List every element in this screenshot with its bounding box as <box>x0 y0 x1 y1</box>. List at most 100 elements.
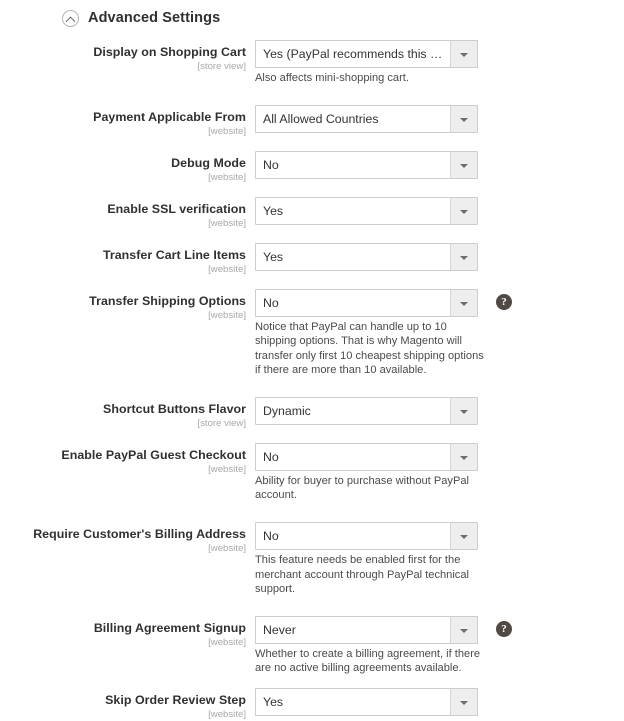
select-value: Dynamic <box>263 404 311 419</box>
select-wrapper: No <box>255 522 478 551</box>
field-note: Notice that PayPal can handle up to 10 s… <box>255 321 484 376</box>
select-8[interactable]: No <box>255 522 478 551</box>
row-spacer <box>0 276 624 289</box>
field-control-group: Yes (PayPal recommends this option) Also … <box>246 40 624 85</box>
field-scope: [website] <box>208 218 246 230</box>
field-label: Enable SSL verification <box>107 202 246 217</box>
select-value: No <box>263 158 279 173</box>
form-row: Transfer Cart Line Items [website] Yes <box>0 243 624 276</box>
select-2[interactable]: No <box>255 151 478 180</box>
field-label: Skip Order Review Step <box>105 693 246 708</box>
select-wrapper: Yes <box>255 243 478 272</box>
chevron-down-icon[interactable] <box>450 617 477 644</box>
chevron-down-icon[interactable] <box>450 290 477 317</box>
field-label: Display on Shopping Cart <box>93 45 246 59</box>
chevron-down-icon[interactable] <box>450 523 477 550</box>
field-label-group: Display on Shopping Cart [store view] <box>0 40 246 73</box>
select-wrapper: No <box>255 151 478 180</box>
row-spacer <box>0 502 624 522</box>
select-value: No <box>263 296 279 311</box>
select-value: Never <box>263 623 296 638</box>
chevron-down-icon[interactable] <box>450 106 477 133</box>
select-1[interactable]: All Allowed Countries <box>255 105 478 134</box>
select-value: Yes <box>263 204 284 219</box>
select-3[interactable]: Yes <box>255 197 478 226</box>
field-scope: [store view] <box>197 61 246 72</box>
field-scope: [website] <box>208 709 246 721</box>
select-5[interactable]: No <box>255 289 478 318</box>
form-row: Require Customer's Billing Address [websi… <box>0 522 624 596</box>
select-4[interactable]: Yes <box>255 243 478 272</box>
advanced-settings-form: Display on Shopping Cart [store view] Yes … <box>0 28 624 721</box>
row-spacer <box>0 377 624 397</box>
select-wrapper: Never? <box>255 616 512 645</box>
field-control-group: Never? Whether to create a billing agreem… <box>246 616 624 675</box>
select-value: Yes (PayPal recommends this option) <box>263 47 450 61</box>
field-label: Transfer Cart Line Items <box>102 248 246 263</box>
page-title: Advanced Settings <box>88 10 221 26</box>
row-spacer <box>0 138 624 151</box>
field-note: This feature needs be enabled first for … <box>255 554 469 595</box>
chevron-down-icon[interactable] <box>450 444 477 471</box>
select-value: No <box>263 529 279 544</box>
select-7[interactable]: No <box>255 443 478 472</box>
field-scope: [website] <box>208 464 246 476</box>
field-label: Transfer Shipping Options <box>89 294 246 309</box>
field-note: Also affects mini-shopping cart. <box>255 72 409 84</box>
chevron-down-icon[interactable] <box>450 41 477 67</box>
field-control-group: Yes <box>246 243 624 272</box>
form-row: Billing Agreement Signup [website] Never? W… <box>0 616 624 675</box>
select-wrapper: No <box>255 443 478 472</box>
form-row: Display on Shopping Cart [store view] Yes … <box>0 40 624 85</box>
form-row: Shortcut Buttons Flavor [store view] Dynam… <box>0 397 624 430</box>
field-label: Require Customer's Billing Address <box>33 527 246 542</box>
row-spacer <box>0 184 624 197</box>
form-row: Debug Mode [website] No <box>0 151 624 184</box>
select-9[interactable]: Never <box>255 616 478 645</box>
select-value: No <box>263 450 279 465</box>
row-spacer <box>0 430 624 443</box>
select-10[interactable]: Yes <box>255 688 478 717</box>
help-icon[interactable]: ? <box>496 294 512 311</box>
row-spacer <box>0 230 624 243</box>
field-control-group: Yes <box>246 688 624 717</box>
select-0[interactable]: Yes (PayPal recommends this option) <box>255 40 478 68</box>
field-scope: [store view] <box>197 418 246 430</box>
chevron-down-icon[interactable] <box>450 244 477 271</box>
field-scope: [website] <box>208 264 246 276</box>
select-6[interactable]: Dynamic <box>255 397 478 426</box>
select-wrapper: Yes <box>255 197 478 226</box>
field-note: Ability for buyer to purchase without Pa… <box>255 475 469 502</box>
select-wrapper: Dynamic <box>255 397 478 426</box>
select-value: Yes <box>263 250 284 265</box>
field-label-group: Transfer Cart Line Items [website] <box>0 243 246 276</box>
field-control-group: All Allowed Countries <box>246 105 624 134</box>
field-scope: [website] <box>208 543 246 555</box>
field-label: Billing Agreement Signup <box>93 621 246 636</box>
field-control-group: No Ability for buyer to purchase without … <box>246 443 624 502</box>
chevron-down-icon[interactable] <box>450 152 477 179</box>
row-spacer <box>0 596 624 616</box>
help-icon[interactable]: ? <box>496 621 512 638</box>
field-label-group: Debug Mode [website] <box>0 151 246 184</box>
chevron-down-icon[interactable] <box>450 398 477 425</box>
field-scope: [website] <box>208 172 246 184</box>
field-label-group: Skip Order Review Step [website] <box>0 688 246 721</box>
field-scope: [website] <box>208 310 246 322</box>
field-label-group: Enable PayPal Guest Checkout [website] <box>0 443 246 476</box>
field-label-group: Transfer Shipping Options [website] <box>0 289 246 322</box>
field-control-group: Yes <box>246 197 624 226</box>
chevron-down-icon[interactable] <box>450 198 477 225</box>
field-label: Debug Mode <box>171 156 246 171</box>
advanced-settings-header[interactable]: Advanced Settings <box>0 0 624 28</box>
field-control-group: Dynamic <box>246 397 624 426</box>
chevron-down-icon[interactable] <box>450 689 477 716</box>
field-label: Shortcut Buttons Flavor <box>103 402 246 417</box>
field-label-group: Billing Agreement Signup [website] <box>0 616 246 649</box>
field-label: Enable PayPal Guest Checkout <box>61 448 246 463</box>
chevron-up-circle-icon[interactable] <box>62 10 79 27</box>
field-label-group: Require Customer's Billing Address [websi… <box>0 522 246 555</box>
row-spacer <box>0 675 624 688</box>
select-wrapper: Yes (PayPal recommends this option) <box>255 40 478 68</box>
form-row: Transfer Shipping Options [website] No? Not… <box>0 289 624 377</box>
